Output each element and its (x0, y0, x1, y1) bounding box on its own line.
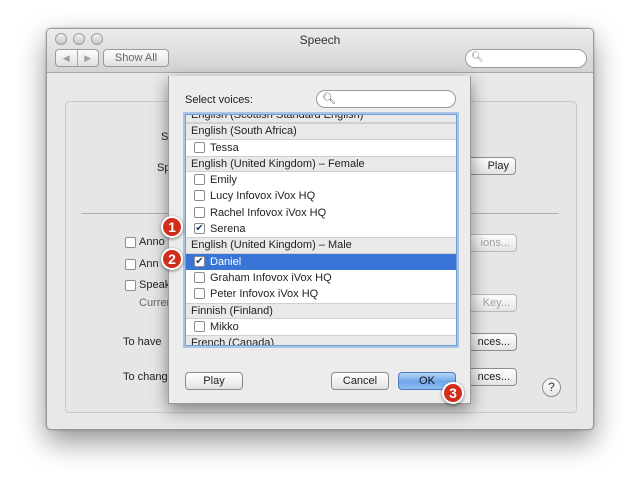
announce-alert-checkbox[interactable] (125, 259, 136, 270)
voice-list-item[interactable]: ✔ Daniel (186, 253, 456, 270)
voice-name: Rachel Infovox iVox HQ (210, 206, 327, 219)
voice-name: Mikko (210, 320, 239, 333)
voice-list-item[interactable]: ✔ Serena (186, 221, 456, 237)
voice-group-header: Finnish (Finland) (186, 302, 456, 319)
voice-checkbox[interactable] (194, 288, 205, 300)
speak-selected-text-checkbox[interactable] (125, 280, 136, 291)
voice-checkbox[interactable] (194, 190, 205, 202)
to-have-label: To have (123, 336, 162, 348)
voice-list-item[interactable]: Rachel Infovox iVox HQ (186, 205, 456, 221)
voice-list-item[interactable]: Emily (186, 172, 456, 188)
voice-name: Serena (210, 223, 246, 236)
announce-label: Anno (139, 236, 165, 248)
play-button[interactable]: Play (185, 372, 243, 390)
announce-checkbox[interactable] (125, 237, 136, 248)
voice-list-item[interactable]: Graham Infovox iVox HQ (186, 270, 456, 286)
voice-group-header: English (United Kingdom) – Female (186, 155, 456, 173)
voice-checkbox[interactable] (194, 141, 205, 153)
checkmark-icon: ✔ (195, 223, 204, 235)
voice-search-field[interactable]: 🔍︎ (316, 90, 456, 108)
voice-checkbox[interactable]: ✔ (194, 255, 205, 267)
voice-group-header: English (South Africa) (186, 123, 456, 140)
announce-alert-label: Ann (139, 258, 159, 270)
voice-checkbox[interactable] (194, 174, 205, 186)
voice-name: Lucy Infovox iVox HQ (210, 190, 316, 203)
preferences-search-field[interactable]: 🔍︎ (465, 49, 587, 68)
voice-name: Peter Infovox iVox HQ (210, 288, 319, 301)
show-all-button[interactable]: Show All (103, 49, 169, 67)
voice-name: Daniel (210, 255, 242, 268)
voice-list[interactable]: English (Scottish Standard English) Engli… (185, 114, 457, 346)
search-icon: 🔍︎ (322, 93, 336, 105)
back-arrow-icon[interactable]: ◀ (56, 50, 78, 66)
voice-checkbox[interactable]: ✔ (194, 223, 205, 235)
forward-arrow-icon[interactable]: ▶ (78, 50, 99, 66)
window-title: Speech (299, 33, 341, 47)
voice-checkbox[interactable] (194, 320, 205, 332)
step-badge-3: 3 (442, 382, 464, 404)
to-change-label: To change (123, 371, 174, 383)
help-button[interactable]: ? (542, 378, 561, 397)
voice-list-item[interactable]: Lucy Infovox iVox HQ (186, 188, 456, 204)
voice-checkbox[interactable] (194, 206, 205, 218)
step-badge-1: 1 (161, 216, 183, 238)
voice-group-header: English (Scottish Standard English) (186, 115, 456, 124)
voice-name: Tessa (210, 141, 239, 154)
select-voices-sheet: Select voices: 🔍︎ English (Scottish Stan… (168, 76, 471, 404)
search-icon: 🔍︎ (471, 52, 484, 63)
voice-list-item[interactable]: Mikko (186, 319, 456, 335)
voice-list-item[interactable]: Peter Infovox iVox HQ (186, 286, 456, 302)
speak-selected-text-label: Speak (139, 279, 171, 291)
voice-list-item[interactable]: Tessa (186, 140, 456, 156)
voice-group-header: English (United Kingdom) – Male (186, 237, 456, 254)
select-voices-label: Select voices: (185, 94, 253, 106)
voice-checkbox[interactable] (194, 271, 205, 283)
checkmark-icon: ✔ (195, 255, 204, 267)
title-bar: Speech ◀ ▶ Show All 🔍︎ (47, 29, 593, 73)
voice-name: Emily (210, 174, 237, 187)
cancel-button[interactable]: Cancel (331, 372, 389, 390)
voice-group-header: French (Canada) (186, 335, 456, 345)
back-forward-control[interactable]: ◀ ▶ (55, 49, 99, 67)
step-badge-2: 2 (161, 248, 183, 270)
voice-name: Graham Infovox iVox HQ (210, 271, 332, 284)
